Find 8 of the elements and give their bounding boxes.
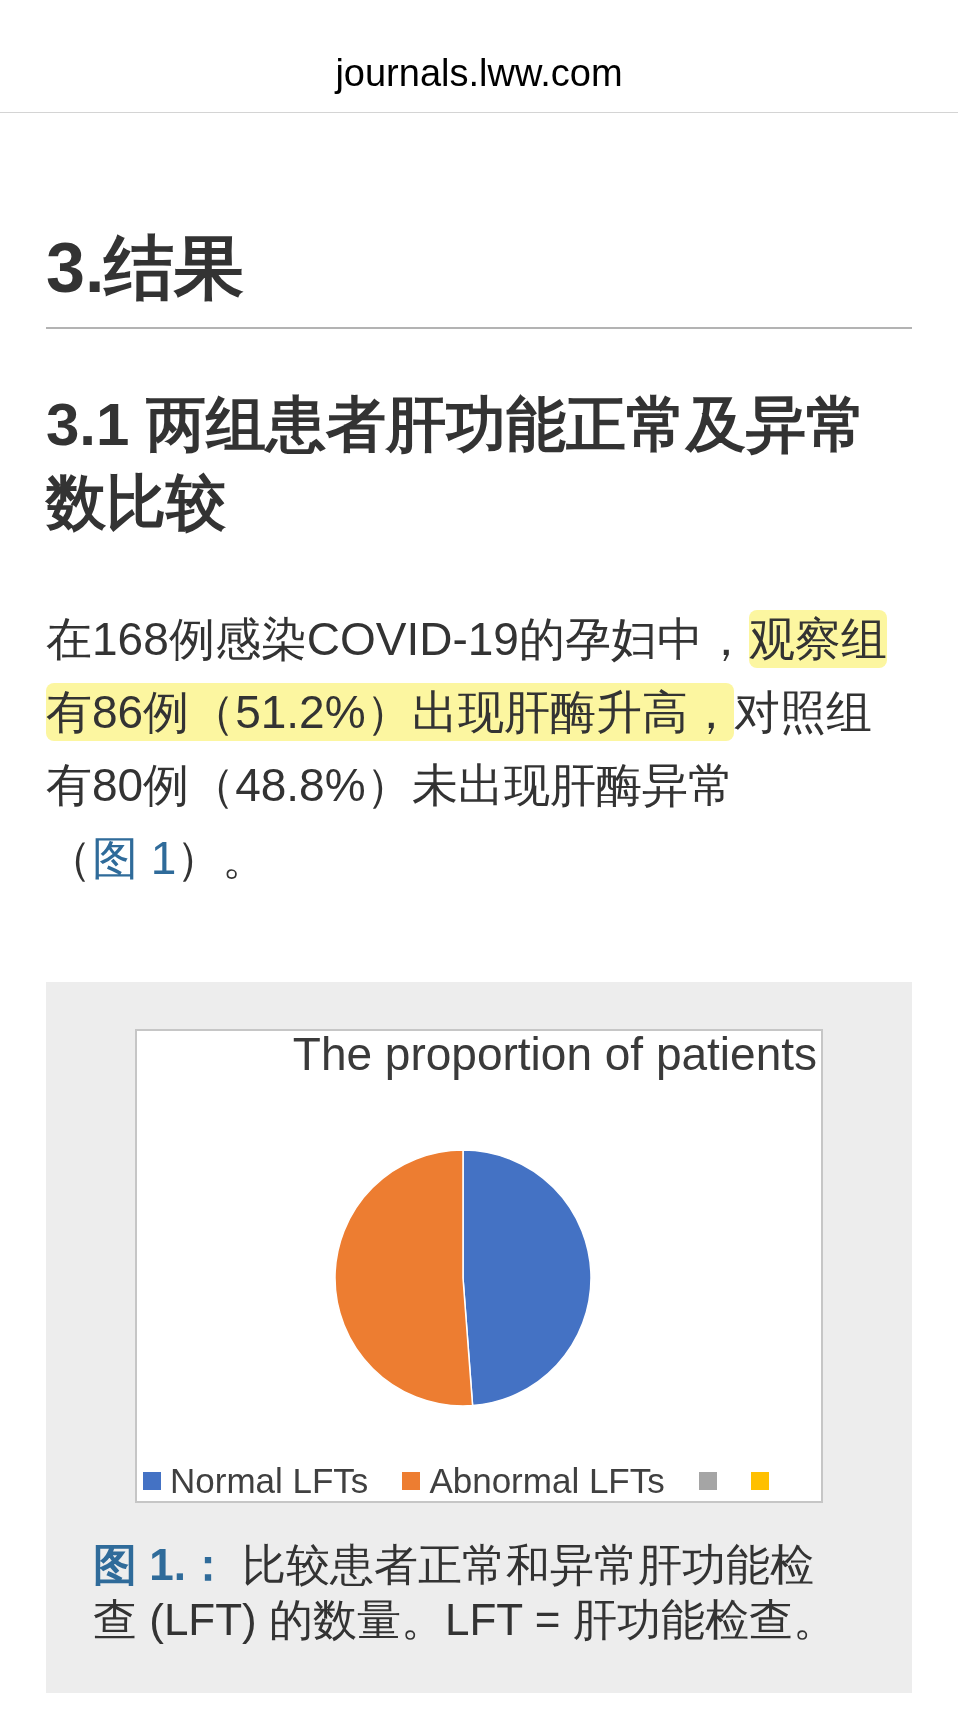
figure-caption: 图 1.： 比较患者正常和异常肝功能检查 (LFT) 的数量。LFT = 肝功能检查。 — [93, 1539, 838, 1646]
subsection-heading: 3.1 两组患者肝功能正常及异常数比较 — [46, 390, 868, 538]
figure-link[interactable]: 图 1 — [92, 832, 177, 884]
url-text[interactable]: journals.lww.com — [335, 50, 623, 96]
legend-label: Abnormal LFTs — [429, 1463, 665, 1499]
body-paragraph: 在168例感染COVID-19的孕妇中，观察组有86例（51.2%）出现肝酶升高，对照组有80例（48.8%）未出现肝酶异常（图 1）。 — [46, 603, 906, 895]
section-heading: 3.结果 — [46, 228, 246, 309]
legend-label: Normal LFTs — [170, 1463, 369, 1499]
